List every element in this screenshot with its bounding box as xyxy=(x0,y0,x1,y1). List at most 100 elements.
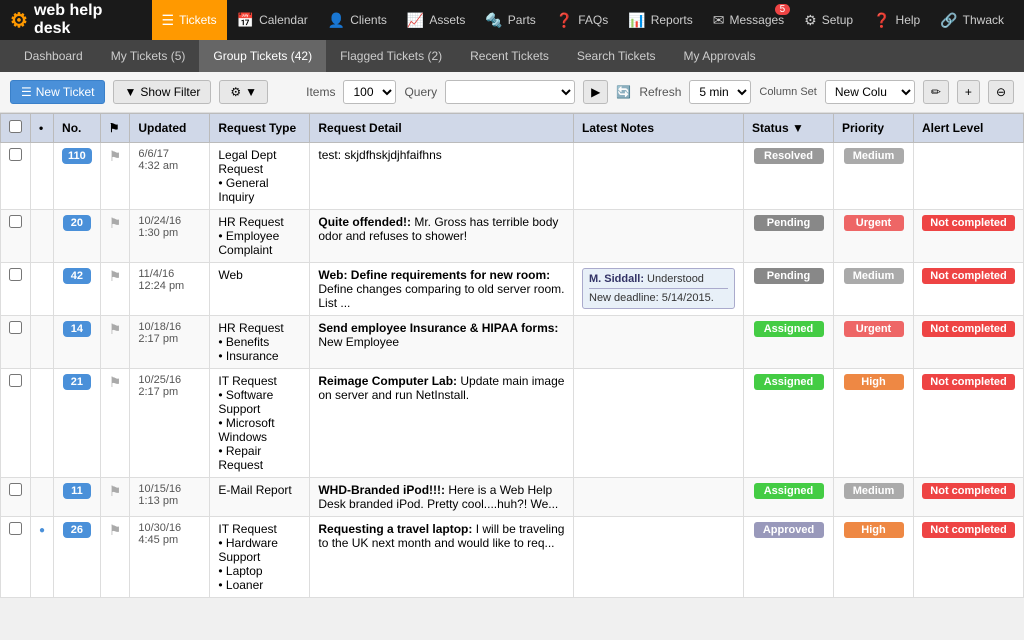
th-priority[interactable]: Priority xyxy=(834,114,914,143)
row-checkbox-cell[interactable] xyxy=(1,316,31,369)
row-checkbox-cell[interactable] xyxy=(1,517,31,598)
refresh-select[interactable]: 5 min xyxy=(689,80,751,104)
ticket-number[interactable]: 42 xyxy=(63,268,91,284)
row-checkbox-cell[interactable] xyxy=(1,263,31,316)
row-request-detail-cell: Requesting a travel laptop: I will be tr… xyxy=(310,517,574,598)
row-num-cell[interactable]: 42 xyxy=(54,263,101,316)
row-num-cell[interactable]: 20 xyxy=(54,210,101,263)
ticket-number[interactable]: 26 xyxy=(63,522,91,538)
flag-icon[interactable]: ⚑ xyxy=(109,522,122,538)
flag-icon[interactable]: ⚑ xyxy=(109,215,122,231)
column-set-select[interactable]: New Colu xyxy=(825,80,915,104)
row-checkbox[interactable] xyxy=(9,215,22,228)
query-go-button[interactable]: ▶ xyxy=(583,80,608,104)
flag-icon[interactable]: ⚑ xyxy=(109,483,122,499)
ticket-number[interactable]: 110 xyxy=(62,148,92,164)
flag-icon[interactable]: ⚑ xyxy=(109,321,122,337)
row-flag-cell[interactable]: ⚑ xyxy=(100,316,130,369)
table-row[interactable]: 42 ⚑ 11/4/16 12:24 pm Web Web: Define re… xyxy=(1,263,1024,316)
new-ticket-button[interactable]: ☰ New Ticket xyxy=(10,80,105,104)
nav-item-clients[interactable]: 👤 Clients xyxy=(318,0,397,40)
row-status-cell: Assigned xyxy=(744,478,834,517)
nav-item-thwack[interactable]: 🔗 Thwack xyxy=(930,0,1014,40)
row-num-cell[interactable]: 110 xyxy=(54,143,101,210)
th-request-detail[interactable]: Request Detail xyxy=(310,114,574,143)
row-num-cell[interactable]: 21 xyxy=(54,369,101,478)
row-checkbox-cell[interactable] xyxy=(1,143,31,210)
settings-button[interactable]: ⚙ ▼ xyxy=(219,80,268,104)
ticket-number[interactable]: 11 xyxy=(63,483,91,499)
table-row[interactable]: 110 ⚑ 6/6/17 4:32 am Legal Dept Request … xyxy=(1,143,1024,210)
subnav-search-tickets[interactable]: Search Tickets xyxy=(563,40,670,72)
latest-notes-box: M. Siddall: Understood New deadline: 5/1… xyxy=(582,268,735,309)
subnav-group-tickets[interactable]: Group Tickets (42) xyxy=(199,40,326,72)
th-alert-level[interactable]: Alert Level xyxy=(914,114,1024,143)
row-alert-cell: Not completed xyxy=(914,316,1024,369)
flag-icon[interactable]: ⚑ xyxy=(109,268,122,284)
select-all-checkbox[interactable] xyxy=(9,120,22,133)
items-select[interactable]: 100 xyxy=(343,80,396,104)
ticket-number[interactable]: 20 xyxy=(63,215,91,231)
row-checkbox[interactable] xyxy=(9,268,22,281)
th-status[interactable]: Status ▼ xyxy=(744,114,834,143)
nav-label-reports: Reports xyxy=(651,13,693,27)
column-set-add-button[interactable]: + xyxy=(957,80,980,104)
nav-item-tickets[interactable]: ☰ Tickets xyxy=(152,0,227,40)
subnav-my-tickets[interactable]: My Tickets (5) xyxy=(97,40,200,72)
table-row[interactable]: 21 ⚑ 10/25/16 2:17 pm IT Request • Softw… xyxy=(1,369,1024,478)
row-checkbox-cell[interactable] xyxy=(1,210,31,263)
row-num-cell[interactable]: 14 xyxy=(54,316,101,369)
row-checkbox-cell[interactable] xyxy=(1,478,31,517)
nav-item-help[interactable]: ❓ Help xyxy=(863,0,930,40)
th-updated[interactable]: Updated xyxy=(130,114,210,143)
table-row[interactable]: 11 ⚑ 10/15/16 1:13 pm E-Mail Report WHD-… xyxy=(1,478,1024,517)
show-filter-button[interactable]: ▼ Show Filter xyxy=(113,80,211,104)
row-checkbox[interactable] xyxy=(9,522,22,535)
query-select[interactable] xyxy=(445,80,575,104)
ticket-number[interactable]: 21 xyxy=(63,374,91,390)
row-checkbox-cell[interactable] xyxy=(1,369,31,478)
subnav-my-approvals[interactable]: My Approvals xyxy=(670,40,770,72)
row-request-detail-cell: Send employee Insurance & HIPAA forms: N… xyxy=(310,316,574,369)
subnav-flagged-tickets[interactable]: Flagged Tickets (2) xyxy=(326,40,456,72)
row-num-cell[interactable]: 11 xyxy=(54,478,101,517)
alert-badge: Not completed xyxy=(922,268,1014,284)
row-flag-cell[interactable]: ⚑ xyxy=(100,210,130,263)
th-num[interactable]: No. xyxy=(54,114,101,143)
nav-item-reports[interactable]: 📊 Reports xyxy=(618,0,702,40)
row-checkbox[interactable] xyxy=(9,321,22,334)
row-request-type-cell: E-Mail Report xyxy=(210,478,310,517)
nav-item-faqs[interactable]: ❓ FAQs xyxy=(546,0,618,40)
th-checkbox[interactable] xyxy=(1,114,31,143)
table-row[interactable]: 20 ⚑ 10/24/16 1:30 pm HR Request • Emplo… xyxy=(1,210,1024,263)
table-row[interactable]: 14 ⚑ 10/18/16 2:17 pm HR Request • Benef… xyxy=(1,316,1024,369)
row-request-type-cell: Web xyxy=(210,263,310,316)
column-set-edit-button[interactable]: ✏ xyxy=(923,80,949,104)
row-flag-cell[interactable]: ⚑ xyxy=(100,143,130,210)
row-latest-notes-cell xyxy=(574,143,744,210)
flag-icon[interactable]: ⚑ xyxy=(109,374,122,390)
subnav-recent-tickets[interactable]: Recent Tickets xyxy=(456,40,563,72)
th-flag[interactable]: ⚑ xyxy=(100,114,130,143)
row-checkbox[interactable] xyxy=(9,148,22,161)
row-flag-cell[interactable]: ⚑ xyxy=(100,263,130,316)
nav-item-calendar[interactable]: 📅 Calendar xyxy=(227,0,318,40)
table-row[interactable]: ● 26 ⚑ 10/30/16 4:45 pm IT Request • Har… xyxy=(1,517,1024,598)
nav-item-parts[interactable]: 🔩 Parts xyxy=(475,0,545,40)
row-flag-cell[interactable]: ⚑ xyxy=(100,517,130,598)
nav-item-assets[interactable]: 📈 Assets xyxy=(397,0,475,40)
th-request-type[interactable]: Request Type xyxy=(210,114,310,143)
subnav-dashboard[interactable]: Dashboard xyxy=(10,40,97,72)
row-request-type-cell: Legal Dept Request • General Inquiry xyxy=(210,143,310,210)
row-flag-cell[interactable]: ⚑ xyxy=(100,478,130,517)
row-checkbox[interactable] xyxy=(9,374,22,387)
nav-item-setup[interactable]: ⚙ Setup xyxy=(794,0,863,40)
flag-icon[interactable]: ⚑ xyxy=(109,148,122,164)
nav-item-messages[interactable]: ✉ Messages 5 xyxy=(703,0,794,40)
toolbar: ☰ New Ticket ▼ Show Filter ⚙ ▼ Items 100… xyxy=(0,72,1024,113)
row-checkbox[interactable] xyxy=(9,483,22,496)
row-num-cell[interactable]: 26 xyxy=(54,517,101,598)
ticket-number[interactable]: 14 xyxy=(63,321,91,337)
row-flag-cell[interactable]: ⚑ xyxy=(100,369,130,478)
column-set-remove-button[interactable]: ⊖ xyxy=(988,80,1014,104)
